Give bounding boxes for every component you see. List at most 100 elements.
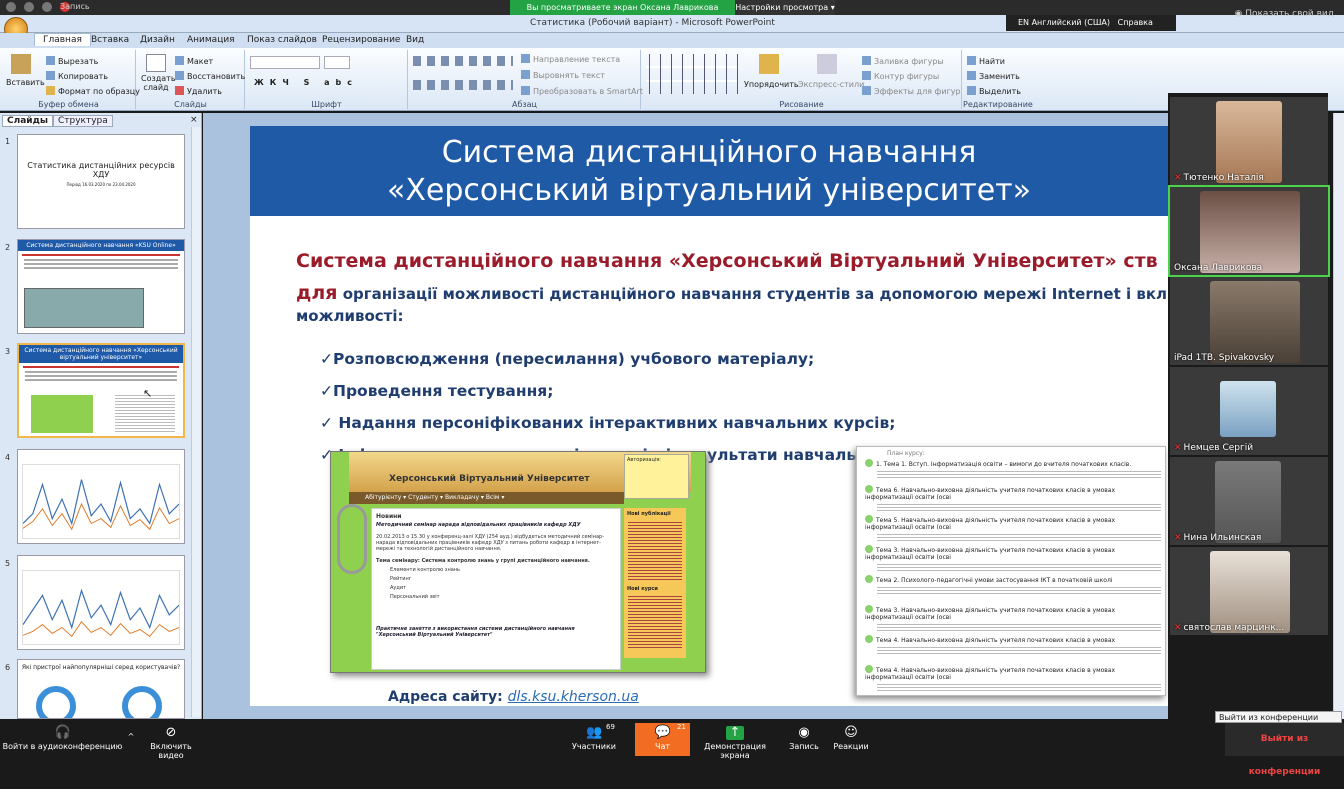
site-url-link[interactable]: dls.ksu.kherson.ua bbox=[508, 689, 639, 705]
course-row: 1. Тема 1. Вступ. Інформатизація освіти … bbox=[865, 459, 1161, 480]
slide-number: 1 bbox=[5, 137, 11, 146]
participant-tile[interactable]: ✕ Нина Ильинская bbox=[1170, 457, 1328, 545]
slide-thumb-6[interactable]: Які пристрої найпопулярніші серед корист… bbox=[17, 659, 185, 719]
format-painter-button[interactable]: Формат по образцу bbox=[46, 86, 140, 96]
body-text: організації можливості дистанційного нав… bbox=[337, 285, 1168, 303]
course-row-text: Тема 3. Навчально-виховна діяльність учи… bbox=[865, 607, 1116, 621]
tab-design[interactable]: Дизайн bbox=[140, 35, 175, 45]
participant-video bbox=[1210, 281, 1300, 363]
new-slide-button[interactable]: Создать слайд bbox=[141, 54, 176, 92]
slide-thumb-3[interactable]: Система дистанційного навчання «Херсонсь… bbox=[17, 343, 185, 438]
copy-button[interactable]: Копировать bbox=[46, 71, 108, 81]
outline-label: Контур фигуры bbox=[874, 72, 940, 81]
font-size-select[interactable] bbox=[324, 56, 350, 69]
current-slide[interactable]: Система дистанційного навчання «Херсонсь… bbox=[250, 126, 1168, 706]
list-buttons[interactable] bbox=[413, 56, 513, 66]
slide-header-line-1: Система дистанційного навчання bbox=[441, 135, 977, 170]
show-my-view-button[interactable]: ◉ Показать свой вид bbox=[1228, 0, 1340, 28]
layout-button[interactable]: Макет bbox=[175, 56, 213, 66]
tab-home[interactable]: Главная bbox=[34, 33, 91, 46]
arrange-button[interactable]: Упорядочить bbox=[744, 54, 799, 89]
select-button[interactable]: Выделить bbox=[967, 86, 1021, 96]
tab-slideshow[interactable]: Показ слайдов bbox=[247, 35, 317, 45]
participant-name: iPad 1TB. Spivakovsky bbox=[1174, 353, 1275, 363]
participant-video bbox=[1215, 461, 1281, 543]
styles-icon bbox=[817, 54, 837, 74]
smartart-button[interactable]: Преобразовать в SmartArt bbox=[521, 86, 643, 96]
participant-tile[interactable]: ✕ Тютенко Наталія bbox=[1170, 97, 1328, 185]
participants-label: Участники bbox=[571, 742, 617, 751]
start-video-button[interactable]: ⊘ Включить видео bbox=[137, 723, 205, 761]
thumb-donut bbox=[122, 686, 162, 718]
participant-tile[interactable]: ✕ святослав марцинк... bbox=[1170, 547, 1328, 635]
bullet-icon bbox=[865, 515, 873, 523]
shape-outline-button[interactable]: Контур фигуры bbox=[862, 71, 939, 81]
align-text-button[interactable]: Выровнять текст bbox=[521, 70, 605, 80]
reactions-button[interactable]: ☺ Реакции bbox=[830, 723, 872, 756]
cut-button[interactable]: Вырезать bbox=[46, 56, 98, 66]
bullet-icon bbox=[865, 545, 873, 553]
slide-thumb-4[interactable] bbox=[17, 449, 185, 544]
shape-fill-button[interactable]: Заливка фигуры bbox=[862, 56, 944, 66]
font-family-select[interactable] bbox=[250, 56, 320, 69]
replace-label: Заменить bbox=[979, 72, 1020, 81]
course-row: Тема 4. Навчально-виховна діяльність учи… bbox=[865, 665, 1161, 693]
view-options-button[interactable]: Настройки просмотра ▾ bbox=[735, 0, 835, 15]
tab-outline[interactable]: Структура bbox=[52, 115, 113, 127]
audio-options-chevron-icon[interactable]: ^ bbox=[125, 723, 137, 756]
paragraph-group-label: Абзац bbox=[511, 100, 537, 109]
font-style-buttons[interactable]: ЖКЧ S abc bbox=[254, 78, 358, 87]
tab-animation[interactable]: Анимация bbox=[187, 35, 235, 45]
record-button[interactable]: ◉ Запись bbox=[785, 723, 823, 756]
paragraph-group: Направление текста Выровнять текст Преоб… bbox=[409, 50, 643, 109]
mic-muted-icon: ✕ bbox=[1174, 173, 1182, 183]
shield-icon[interactable] bbox=[24, 2, 34, 12]
align-buttons[interactable] bbox=[413, 80, 513, 90]
language-bar[interactable]: EN Английский (США) Справка bbox=[1006, 15, 1176, 31]
share-screen-button[interactable]: ↑ Демонстрация экрана bbox=[690, 723, 780, 761]
replace-button[interactable]: Заменить bbox=[967, 71, 1020, 81]
leave-tooltip: Выйти из конференции (Alt+Q) bbox=[1215, 711, 1342, 734]
paste-button[interactable]: Вставить bbox=[6, 54, 45, 87]
close-panel-icon[interactable]: × bbox=[190, 115, 198, 125]
paste-label: Вставить bbox=[6, 78, 45, 87]
participant-tile[interactable]: ✕ Немцев Сергій bbox=[1170, 367, 1328, 455]
panel-tabs: Слайды Структура bbox=[2, 115, 113, 127]
course-row: Тема 2. Психолого-педагогічні умови заст… bbox=[865, 575, 1161, 596]
drawing-group: Упорядочить Экспресс-стили Заливка фигур… bbox=[642, 50, 962, 109]
tab-view[interactable]: Вид bbox=[406, 35, 424, 45]
course-row-details bbox=[877, 503, 1161, 513]
participant-name: ✕ Нина Ильинская bbox=[1174, 533, 1262, 543]
delete-slide-button[interactable]: Удалить bbox=[175, 86, 222, 96]
participant-gallery: ✕ Тютенко Наталія Оксана Лаврикова iPad 1… bbox=[1168, 93, 1330, 639]
slide-thumb-2[interactable]: Система дистанційного навчання «KSU Onli… bbox=[17, 239, 185, 334]
bullet-item: ✓Розповсюдження (пересилання) учбового м… bbox=[320, 350, 815, 368]
login-label: Авторизація: bbox=[627, 457, 661, 463]
slide-thumb-5[interactable] bbox=[17, 555, 185, 650]
thumb-image bbox=[31, 395, 93, 433]
slide-thumb-1[interactable]: Статистика дистанційних ресурсів ХДУ Пер… bbox=[17, 134, 185, 229]
course-row-details bbox=[877, 683, 1161, 693]
participant-tile-active-speaker[interactable]: Оксана Лаврикова bbox=[1168, 185, 1330, 277]
info-icon[interactable] bbox=[6, 2, 16, 12]
reset-button[interactable]: Восстановить bbox=[175, 71, 245, 81]
tab-review[interactable]: Рецензирование bbox=[322, 35, 400, 45]
mic-muted-icon: ✕ bbox=[1174, 533, 1182, 543]
quick-styles-button[interactable]: Экспресс-стили bbox=[798, 54, 864, 89]
bullet-icon bbox=[865, 635, 873, 643]
leave-meeting-button[interactable]: Выйти из конференции bbox=[1225, 723, 1344, 777]
panel-scrollbar[interactable] bbox=[191, 127, 201, 717]
video-off-icon: ⊘ bbox=[165, 725, 177, 740]
recording-label: Запись bbox=[60, 2, 90, 11]
tab-slides[interactable]: Слайды bbox=[2, 115, 53, 127]
find-button[interactable]: Найти bbox=[967, 56, 1005, 66]
help-label[interactable]: Справка bbox=[1118, 18, 1153, 27]
slide-scrollbar[interactable] bbox=[1333, 113, 1344, 719]
grid-icon[interactable] bbox=[42, 2, 52, 12]
join-audio-button[interactable]: 🎧 Войти в аудиоконференцию bbox=[0, 723, 125, 756]
tab-insert[interactable]: Вставка bbox=[91, 35, 129, 45]
text-direction-button[interactable]: Направление текста bbox=[521, 54, 620, 64]
participant-tile[interactable]: iPad 1TB. Spivakovsky bbox=[1170, 277, 1328, 365]
shape-effects-button[interactable]: Эффекты для фигур bbox=[862, 86, 961, 96]
shapes-gallery[interactable] bbox=[646, 54, 738, 94]
